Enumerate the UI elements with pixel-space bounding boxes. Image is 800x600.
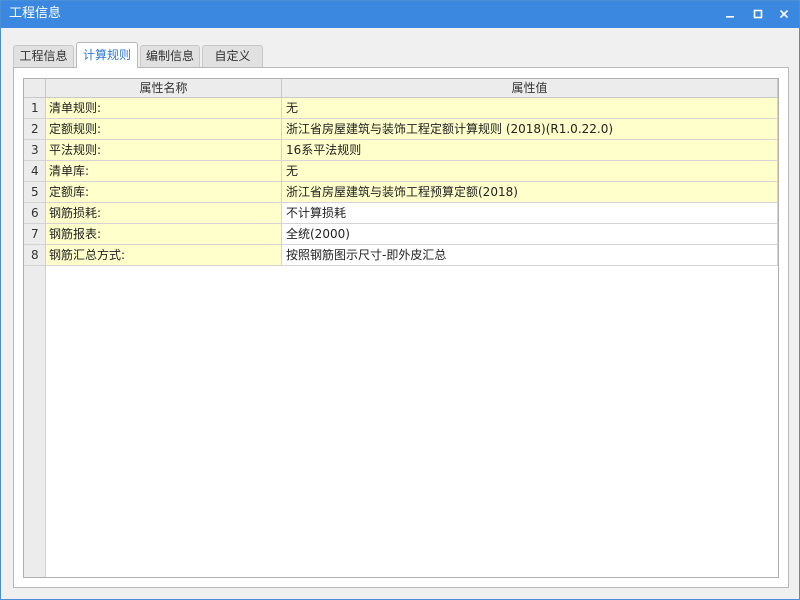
property-name-cell: 定额库: (46, 182, 282, 203)
property-name-cell: 钢筋汇总方式: (46, 245, 282, 266)
property-value-cell[interactable]: 全统(2000) (282, 224, 778, 245)
tab-project-info[interactable]: 工程信息 (13, 45, 74, 67)
minimize-button[interactable] (717, 2, 743, 26)
table-row[interactable]: 7 钢筋报表: 全统(2000) (24, 224, 778, 245)
row-number: 7 (24, 224, 46, 245)
row-number: 1 (24, 98, 46, 119)
property-value-cell[interactable]: 按照钢筋图示尺寸-即外皮汇总 (282, 245, 778, 266)
table-row[interactable]: 2 定额规则: 浙江省房屋建筑与装饰工程定额计算规则 (2018)(R1.0.2… (24, 119, 778, 140)
close-button[interactable] (771, 2, 797, 26)
table-row[interactable]: 4 清单库: 无 (24, 161, 778, 182)
row-number: 3 (24, 140, 46, 161)
row-number: 5 (24, 182, 46, 203)
table-row[interactable]: 1 清单规则: 无 (24, 98, 778, 119)
row-number: 2 (24, 119, 46, 140)
row-number: 6 (24, 203, 46, 224)
property-value-cell[interactable]: 无 (282, 98, 778, 119)
title-bar[interactable]: 工程信息 (1, 1, 799, 28)
property-value-cell[interactable]: 浙江省房屋建筑与装饰工程预算定额(2018) (282, 182, 778, 203)
tab-calculation-rules[interactable]: 计算规则 (76, 42, 138, 68)
property-name-cell: 清单库: (46, 161, 282, 182)
close-icon (779, 9, 789, 19)
property-name-cell: 定额规则: (46, 119, 282, 140)
property-name-cell: 钢筋报表: (46, 224, 282, 245)
tab-panel: 属性名称 属性值 1 清单规则: 无 2 定额规则: 浙江省房屋建筑与装饰工程定… (13, 67, 789, 588)
property-value-cell[interactable]: 16系平法规则 (282, 140, 778, 161)
table-row[interactable]: 3 平法规则: 16系平法规则 (24, 140, 778, 161)
window-title: 工程信息 (9, 6, 62, 21)
property-value-cell[interactable]: 不计算损耗 (282, 203, 778, 224)
property-name-cell: 清单规则: (46, 98, 282, 119)
table-row[interactable]: 5 定额库: 浙江省房屋建筑与装饰工程预算定额(2018) (24, 182, 778, 203)
property-value-cell[interactable]: 浙江省房屋建筑与装饰工程定额计算规则 (2018)(R1.0.22.0) (282, 119, 778, 140)
minimize-icon (726, 16, 734, 18)
project-info-window: 工程信息 工程信息 计算规则 编制信息 自定义 属性名称 属性值 1 清单规则:… (0, 0, 800, 600)
property-grid: 属性名称 属性值 1 清单规则: 无 2 定额规则: 浙江省房屋建筑与装饰工程定… (23, 78, 779, 578)
tab-compilation-info[interactable]: 编制信息 (140, 45, 200, 67)
maximize-button[interactable] (745, 2, 771, 26)
property-name-cell: 钢筋损耗: (46, 203, 282, 224)
column-header-value[interactable]: 属性值 (282, 79, 778, 98)
table-row[interactable]: 8 钢筋汇总方式: 按照钢筋图示尺寸-即外皮汇总 (24, 245, 778, 266)
grid-corner[interactable] (24, 79, 46, 98)
tab-custom[interactable]: 自定义 (202, 45, 263, 67)
table-row[interactable]: 6 钢筋损耗: 不计算损耗 (24, 203, 778, 224)
row-number: 8 (24, 245, 46, 266)
row-number: 4 (24, 161, 46, 182)
column-header-name[interactable]: 属性名称 (46, 79, 282, 98)
property-value-cell[interactable]: 无 (282, 161, 778, 182)
property-name-cell: 平法规则: (46, 140, 282, 161)
maximize-icon (753, 9, 763, 19)
